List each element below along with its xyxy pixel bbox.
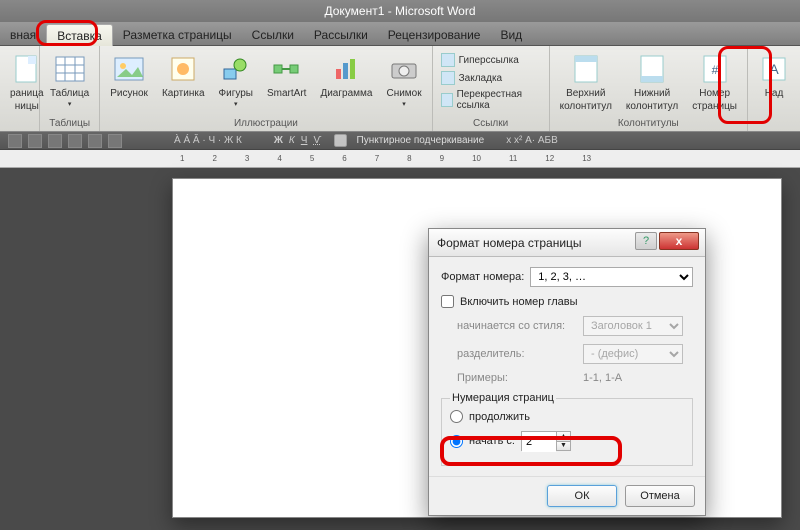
spin-down-icon[interactable]: ▼ (557, 442, 570, 451)
bookmark-icon (441, 71, 455, 85)
ribbon: раница ницы Таблица▾ Таблицы Рисунок Кар… (0, 46, 800, 132)
clipart-button[interactable]: Картинка (158, 52, 209, 101)
ok-button[interactable]: ОК (547, 485, 617, 507)
start-at-input[interactable] (522, 432, 556, 452)
hyperlink-icon (441, 53, 455, 67)
include-chapter-checkbox[interactable] (441, 295, 454, 308)
horizontal-ruler[interactable]: 12345678910111213 (0, 150, 800, 168)
page-number-button[interactable]: #Номерстраницы (688, 52, 741, 114)
ribbon-tabs: вная Вставка Разметка страницы Ссылки Ра… (0, 22, 800, 46)
textbox-button-partial[interactable]: AНад (754, 52, 794, 101)
qa-more: х х² А· АБВ (506, 135, 558, 146)
footer-icon (636, 54, 668, 86)
spin-up-icon[interactable]: ▲ (557, 432, 570, 442)
bookmark-button[interactable]: Закладка (439, 70, 543, 86)
clipart-icon (167, 54, 199, 86)
dotted-underline-check[interactable] (334, 134, 347, 147)
qa-btn[interactable] (108, 134, 122, 148)
textbox-icon: A (758, 54, 790, 86)
svg-text:A: A (769, 61, 779, 77)
tab-home-partial[interactable]: вная (0, 24, 46, 45)
chart-button[interactable]: Диаграмма (316, 52, 376, 101)
group-links-title: Ссылки (439, 118, 543, 131)
header-icon (570, 54, 602, 86)
examples-label: Примеры: (457, 372, 577, 384)
numbering-legend: Нумерация страниц (450, 392, 556, 404)
page-number-format-dialog: Формат номера страницы ? х Формат номера… (428, 228, 706, 516)
tab-references[interactable]: Ссылки (242, 24, 304, 45)
shapes-button[interactable]: Фигуры▾ (215, 52, 257, 111)
picture-icon (113, 54, 145, 86)
tab-insert[interactable]: Вставка (46, 24, 113, 46)
tab-review[interactable]: Рецензирование (378, 24, 491, 45)
dialog-help-button[interactable]: ? (635, 232, 657, 250)
table-icon (54, 54, 86, 86)
continue-label: продолжить (469, 411, 530, 423)
cancel-button[interactable]: Отмена (625, 485, 695, 507)
cross-ref-icon (441, 93, 453, 107)
start-at-radio[interactable] (450, 435, 463, 448)
chart-icon (330, 54, 362, 86)
table-button[interactable]: Таблица▾ (46, 52, 93, 111)
separator-select: - (дефис) (583, 344, 683, 364)
dialog-title-text: Формат номера страницы (437, 236, 582, 250)
smartart-icon (271, 54, 303, 86)
qa-btn[interactable] (88, 134, 102, 148)
dialog-titlebar[interactable]: Формат номера страницы ? х (429, 229, 705, 257)
group-tables-title: Таблицы (46, 118, 93, 131)
header-button[interactable]: Верхнийколонтитул (556, 52, 616, 114)
include-chapter-label: Включить номер главы (460, 296, 578, 308)
dialog-close-button[interactable]: х (659, 232, 699, 250)
continue-radio[interactable] (450, 410, 463, 423)
shapes-icon (220, 54, 252, 86)
tab-page-layout[interactable]: Разметка страницы (113, 24, 242, 45)
tab-view[interactable]: Вид (490, 24, 532, 45)
group-headersfooters-title: Колонтитулы (556, 118, 741, 131)
number-format-select[interactable]: 1, 2, 3, … (530, 267, 693, 287)
smartart-button[interactable]: SmartArt (263, 52, 310, 101)
start-at-spinner[interactable]: ▲▼ (521, 431, 571, 451)
number-format-label: Формат номера: (441, 271, 524, 283)
starts-style-select: Заголовок 1 (583, 316, 683, 336)
qa-btn[interactable] (28, 134, 42, 148)
tab-mailings[interactable]: Рассылки (304, 24, 378, 45)
quick-access-toolbar: А̀ А́ Ӑ · Ч · Ж К Ж К Ч Ѵ Пунктирное под… (0, 132, 800, 150)
page-icon (11, 54, 43, 86)
screenshot-button[interactable]: Снимок▾ (382, 52, 425, 111)
qa-btn[interactable] (8, 134, 22, 148)
svg-text:#: # (711, 63, 718, 77)
camera-icon (388, 54, 420, 86)
page-number-icon: # (699, 54, 731, 86)
start-at-label: начать с: (469, 435, 515, 447)
qa-btn[interactable] (48, 134, 62, 148)
dotted-underline-label: Пунктирное подчеркивание (357, 135, 485, 146)
picture-button[interactable]: Рисунок (106, 52, 152, 101)
group-illustrations-title: Иллюстрации (106, 118, 425, 131)
hyperlink-button[interactable]: Гиперссылка (439, 52, 543, 68)
separator-label: разделитель: (457, 348, 577, 360)
footer-button[interactable]: Нижнийколонтитул (622, 52, 682, 114)
starts-style-label: начинается со стиля: (457, 320, 577, 332)
examples-value: 1-1, 1-A (583, 372, 622, 384)
qa-font-letters: А̀ А́ Ӑ · Ч · Ж К (174, 135, 242, 146)
window-title: Документ1 - Microsoft Word (0, 0, 800, 22)
qa-btn[interactable] (68, 134, 82, 148)
numbering-fieldset: Нумерация страниц продолжить начать с: ▲… (441, 392, 693, 466)
cross-reference-button[interactable]: Перекрестная ссылка (439, 88, 543, 112)
